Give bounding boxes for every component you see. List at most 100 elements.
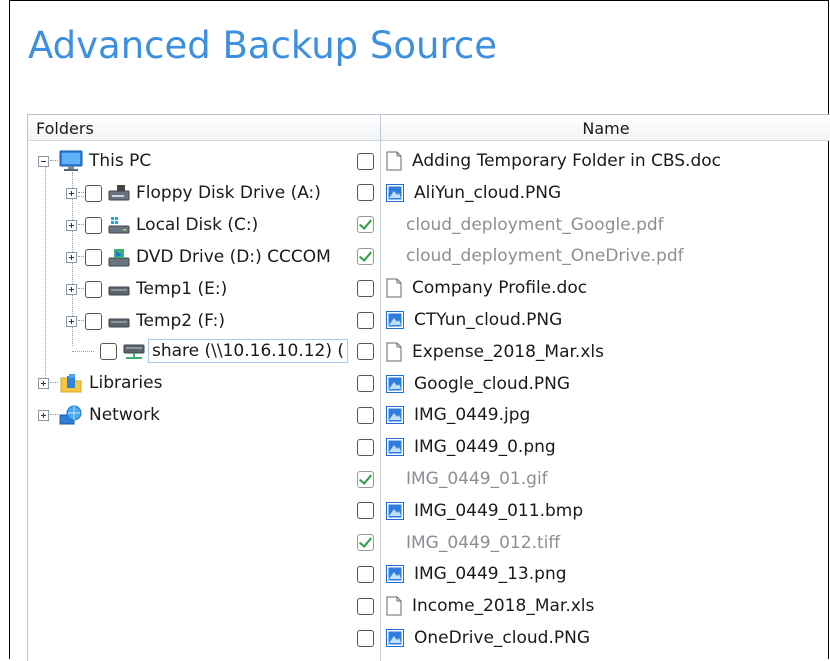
dvd-drive-icon xyxy=(108,249,130,267)
file-row[interactable]: IMG_0449_0.png xyxy=(357,432,556,462)
name-column-header[interactable]: Name xyxy=(381,115,830,141)
tree-item-dvd-drive[interactable]: DVD Drive (D:) CCCOM xyxy=(66,242,331,272)
file-name: IMG_0449_01.gif xyxy=(406,469,548,489)
tree-item-network-share[interactable]: share (\\10.16.10.12) ( xyxy=(72,336,349,366)
document-icon xyxy=(386,596,402,616)
file-name: Google_cloud.PNG xyxy=(414,373,571,394)
document-icon xyxy=(386,342,402,362)
tree-item-label: Floppy Disk Drive (A:) xyxy=(136,183,321,203)
file-row[interactable]: IMG_0449_012.tiff xyxy=(357,528,560,558)
file-row[interactable]: Income_2018_Mar.xls xyxy=(357,591,594,621)
expand-toggle[interactable] xyxy=(66,251,77,263)
file-checkbox[interactable] xyxy=(357,629,374,647)
tree-item-label: Network xyxy=(89,405,160,425)
expand-toggle[interactable] xyxy=(38,409,49,421)
file-name: IMG_0449_13.png xyxy=(414,564,567,585)
file-name: IMG_0449_012.tiff xyxy=(406,532,561,553)
document-icon xyxy=(386,151,402,171)
floppy-checkbox[interactable] xyxy=(85,184,102,202)
file-row[interactable]: IMG_0449_01.gif xyxy=(357,464,548,494)
folders-column-header[interactable]: Folders xyxy=(28,115,380,141)
file-row[interactable]: Google_cloud.PNG xyxy=(357,369,570,399)
image-icon xyxy=(386,501,404,520)
tree-item-label: Temp2 (F:) xyxy=(136,311,225,331)
file-row[interactable]: Adding Temporary Folder in CBS.doc xyxy=(357,146,721,176)
share-checkbox[interactable] xyxy=(100,342,117,360)
file-name: IMG_0449.jpg xyxy=(414,405,531,426)
dvd-checkbox[interactable] xyxy=(85,248,102,266)
image-icon xyxy=(386,565,404,584)
file-row[interactable]: AliYun_cloud.PNG xyxy=(357,178,561,208)
file-checkbox[interactable] xyxy=(357,597,374,615)
tree-item-network[interactable]: Network xyxy=(38,400,160,430)
file-name: CTYun_cloud.PNG xyxy=(414,310,563,330)
file-checkbox[interactable] xyxy=(357,216,374,234)
image-icon xyxy=(386,183,404,202)
expand-toggle[interactable] xyxy=(38,377,49,389)
tree-item-label: DVD Drive (D:) CCCOM xyxy=(136,247,331,267)
file-row[interactable]: Company Profile.doc xyxy=(357,273,587,303)
file-name: AliYun_cloud.PNG xyxy=(414,182,562,203)
tree-item-label: Libraries xyxy=(89,373,163,393)
file-row[interactable]: cloud_deployment_OneDrive.pdf xyxy=(357,241,684,271)
temp1-checkbox[interactable] xyxy=(85,280,102,298)
computer-icon xyxy=(59,150,83,171)
file-checkbox[interactable] xyxy=(357,375,374,393)
collapse-toggle[interactable] xyxy=(38,155,49,167)
tree-item-temp1[interactable]: Temp1 (E:) xyxy=(66,274,227,304)
file-row[interactable]: cloud_deployment_Google.pdf xyxy=(357,210,664,240)
file-name: IMG_0449_011.bmp xyxy=(414,500,584,521)
local-disk-checkbox[interactable] xyxy=(85,216,102,234)
file-checkbox[interactable] xyxy=(357,279,374,297)
file-checkbox[interactable] xyxy=(357,406,374,424)
file-row[interactable]: IMG_0449_011.bmp xyxy=(357,496,583,526)
file-checkbox[interactable] xyxy=(357,534,374,552)
network-icon xyxy=(59,405,82,425)
file-row[interactable]: CTYun_cloud.PNG xyxy=(357,305,562,335)
tree-item-local-disk[interactable]: Local Disk (C:) xyxy=(66,210,258,240)
image-icon xyxy=(386,406,404,425)
image-icon xyxy=(386,311,404,329)
file-name: cloud_deployment_Google.pdf xyxy=(406,214,664,235)
expand-toggle[interactable] xyxy=(66,315,77,327)
file-row[interactable]: IMG_0449_13.png xyxy=(357,559,567,589)
file-name: Income_2018_Mar.xls xyxy=(412,596,595,617)
file-row[interactable]: OneDrive_cloud.PNG xyxy=(357,623,590,653)
image-icon xyxy=(386,374,404,393)
file-checkbox[interactable] xyxy=(357,438,374,456)
file-checkbox[interactable] xyxy=(357,470,374,488)
file-checkbox[interactable] xyxy=(357,343,374,361)
tree-item-libraries[interactable]: Libraries xyxy=(38,368,162,398)
file-name: Adding Temporary Folder in CBS.doc xyxy=(412,151,721,171)
hard-drive-icon xyxy=(108,318,130,328)
file-row[interactable]: Expense_2018_Mar.xls xyxy=(357,337,604,367)
file-name: OneDrive_cloud.PNG xyxy=(414,628,591,648)
file-name: IMG_0449_0.png xyxy=(414,437,556,458)
file-row[interactable]: IMG_0449.jpg xyxy=(357,400,530,430)
file-name: Expense_2018_Mar.xls xyxy=(412,341,604,362)
floppy-drive-icon xyxy=(108,185,130,201)
expand-toggle[interactable] xyxy=(66,219,77,231)
hard-drive-icon xyxy=(108,286,130,296)
temp2-checkbox[interactable] xyxy=(85,312,102,330)
libraries-icon xyxy=(60,374,82,393)
network-drive-icon xyxy=(123,344,145,359)
file-name: cloud_deployment_OneDrive.pdf xyxy=(406,246,684,267)
image-icon xyxy=(386,629,404,647)
tree-item-floppy-drive[interactable]: Floppy Disk Drive (A:) xyxy=(66,178,321,208)
file-checkbox[interactable] xyxy=(357,184,374,202)
expand-toggle[interactable] xyxy=(66,283,77,295)
file-checkbox[interactable] xyxy=(357,247,374,265)
tree-item-label: Local Disk (C:) xyxy=(136,215,259,235)
file-checkbox[interactable] xyxy=(357,502,374,520)
image-icon xyxy=(386,438,404,457)
tree-item-this-pc[interactable]: This PC xyxy=(38,146,151,176)
file-name: Company Profile.doc xyxy=(412,278,588,299)
tree-item-temp2[interactable]: Temp2 (F:) xyxy=(66,306,225,336)
tree-item-label: share (\\10.16.10.12) ( xyxy=(148,339,349,363)
file-checkbox[interactable] xyxy=(357,565,374,583)
file-checkbox[interactable] xyxy=(357,311,374,329)
expand-toggle[interactable] xyxy=(66,187,77,199)
file-checkbox[interactable] xyxy=(357,152,374,170)
tree-item-label: Temp1 (E:) xyxy=(136,279,228,299)
